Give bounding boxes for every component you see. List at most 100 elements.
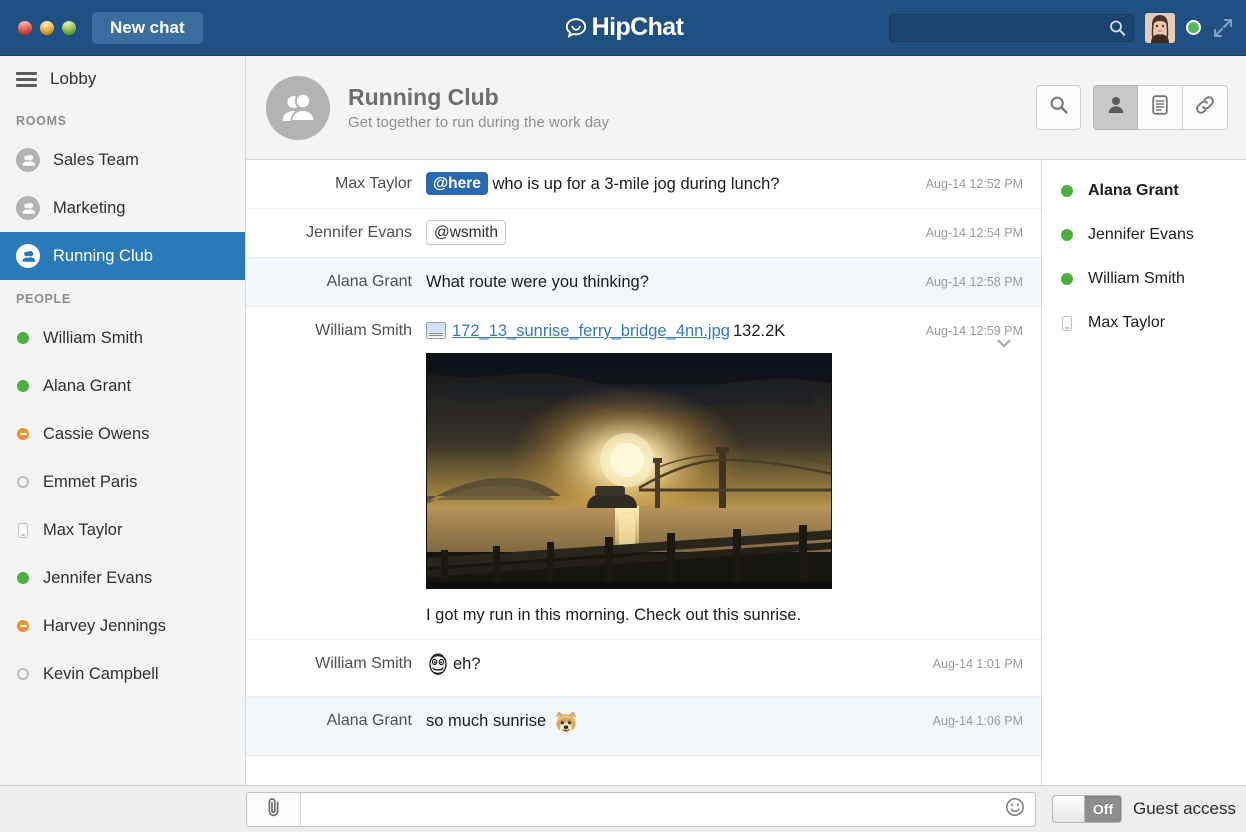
global-search-input[interactable]	[889, 14, 1134, 42]
attach-file-button[interactable]	[247, 793, 301, 826]
sidebar-item-marketing[interactable]: Marketing	[0, 184, 245, 232]
dnd-status-icon	[17, 428, 29, 440]
people-button[interactable]	[1093, 85, 1138, 130]
avatar[interactable]	[1145, 13, 1175, 43]
mention-pill[interactable]: @wsmith	[426, 220, 506, 245]
sidebar-item-william-smith[interactable]: William Smith	[0, 314, 245, 362]
participant-row[interactable]: William Smith	[1042, 257, 1246, 301]
available-status-icon	[1061, 185, 1073, 197]
sidebar-item-lobby[interactable]: Lobby	[0, 56, 245, 102]
files-button[interactable]	[1138, 85, 1183, 130]
hipchat-window: New chat HipChat	[0, 0, 1246, 832]
message-timestamp: Aug-14 1:06 PM	[901, 707, 1041, 735]
room-name-label: Sales Team	[53, 151, 139, 170]
sidebar-item-emmet-paris[interactable]: Emmet Paris	[0, 458, 245, 506]
file-name-link[interactable]: 172_13_sunrise_ferry_bridge_4nn.jpg	[452, 322, 730, 340]
presence-indicator	[16, 668, 30, 680]
mobile-status-icon	[18, 523, 28, 538]
image-thumbnail[interactable]	[426, 353, 832, 589]
message-timestamp: Aug-14 12:52 PM	[901, 170, 1041, 198]
message-body: @wsmith	[426, 219, 901, 247]
new-chat-button[interactable]: New chat	[92, 12, 203, 44]
message-row: Alana GrantWhat route were you thinking?…	[246, 258, 1041, 307]
participant-row[interactable]: Jennifer Evans	[1042, 213, 1246, 257]
sidebar-item-sales-team[interactable]: Sales Team	[0, 136, 245, 184]
user-presence-indicator[interactable]	[1186, 20, 1201, 35]
mention-pill[interactable]: @here	[426, 172, 488, 195]
presence-indicator	[16, 380, 30, 392]
sidebar-item-kevin-campbell[interactable]: Kevin Campbell	[0, 650, 245, 698]
room-name-label: Running Club	[53, 247, 153, 266]
sidebar-item-alana-grant[interactable]: Alana Grant	[0, 362, 245, 410]
participants-panel: Alana GrantJennifer Evans William Smith Ma…	[1041, 160, 1246, 785]
message-row: Max Taylor@here who is up for a 3-mile j…	[246, 160, 1041, 209]
participant-name-label: William Smith	[1088, 270, 1185, 288]
message-text: I got my run in this morning. Check out …	[426, 601, 889, 629]
links-button[interactable]	[1183, 85, 1228, 130]
message-list[interactable]: Max Taylor@here who is up for a 3-mile j…	[246, 160, 1041, 785]
search-button[interactable]	[1036, 85, 1081, 130]
zoom-window-button[interactable]	[62, 21, 76, 35]
presence-indicator	[16, 572, 30, 584]
message-body: eh?	[426, 650, 901, 686]
offline-status-icon	[17, 668, 29, 680]
room-avatar-icon	[16, 196, 40, 220]
room-toolbar-group	[1093, 85, 1228, 130]
message-author[interactable]: Jennifer Evans	[246, 219, 426, 247]
message-author[interactable]: Alana Grant	[246, 268, 426, 296]
person-name-label: Emmet Paris	[43, 473, 137, 492]
message-body: What route were you thinking?	[426, 268, 901, 296]
guest-access-toggle[interactable]: Off	[1052, 795, 1122, 823]
participant-row[interactable]: Max Taylor	[1042, 301, 1246, 345]
expand-icon[interactable]	[1212, 17, 1234, 39]
sidebar-item-running-club[interactable]: Running Club	[0, 232, 245, 280]
dnd-status-icon	[17, 620, 29, 632]
sidebar-item-harvey-jennings[interactable]: Harvey Jennings	[0, 602, 245, 650]
title-bar-right	[889, 13, 1246, 43]
message-author[interactable]: William Smith	[246, 650, 426, 678]
sidebar-item-cassie-owens[interactable]: Cassie Owens	[0, 410, 245, 458]
room-header-text: Running Club Get together to run during …	[348, 84, 1036, 132]
message-author[interactable]: William Smith	[246, 317, 426, 345]
message-text: What route were you thinking?	[426, 273, 649, 291]
presence-indicator	[16, 523, 30, 538]
lobby-label: Lobby	[50, 69, 96, 89]
emoji-picker-button[interactable]	[995, 797, 1035, 822]
app-title: HipChat	[592, 13, 684, 42]
document-icon	[1150, 94, 1170, 121]
megusta-emoticon	[426, 653, 450, 677]
file-size-label: 132.2K	[733, 322, 785, 340]
sunrise-photo	[427, 354, 832, 589]
people-section-header: PEOPLE	[0, 280, 245, 314]
presence-indicator	[16, 620, 30, 632]
person-name-label: Alana Grant	[43, 377, 131, 396]
title-bar: New chat HipChat	[0, 0, 1246, 56]
presence-indicator	[1060, 316, 1074, 331]
person-name-label: William Smith	[43, 329, 143, 348]
presence-indicator	[1060, 273, 1074, 285]
doge-emoticon	[552, 710, 580, 745]
message-author[interactable]: Max Taylor	[246, 170, 426, 198]
minimize-window-button[interactable]	[40, 21, 54, 35]
message-text: who is up for a 3-mile jog during lunch?	[488, 175, 780, 193]
participant-row[interactable]: Alana Grant	[1042, 169, 1246, 213]
message-row: Alana Grantso much sunrise Aug-14 1:06 PM	[246, 697, 1041, 756]
room-toolbar	[1036, 85, 1228, 130]
person-name-label: Kevin Campbell	[43, 665, 159, 684]
room-name-label: Marketing	[53, 199, 125, 218]
search-icon	[1049, 95, 1069, 120]
presence-indicator	[16, 332, 30, 344]
message-row: Jennifer Evans@wsmithAug-14 12:54 PM	[246, 209, 1041, 258]
available-status-icon	[1061, 229, 1073, 241]
message-author[interactable]: Alana Grant	[246, 707, 426, 735]
footer-bar: Off Guest access	[0, 785, 1246, 832]
megusta-emoticon	[426, 653, 450, 686]
mobile-status-icon	[1062, 316, 1072, 331]
guest-access-label: Guest access	[1133, 799, 1236, 819]
sidebar-item-jennifer-evans[interactable]: Jennifer Evans	[0, 554, 245, 602]
sidebar-item-max-taylor[interactable]: Max Taylor	[0, 506, 245, 554]
message-text: so much sunrise	[426, 712, 546, 730]
available-status-icon	[17, 380, 29, 392]
close-window-button[interactable]	[18, 21, 32, 35]
message-input[interactable]	[301, 793, 995, 826]
